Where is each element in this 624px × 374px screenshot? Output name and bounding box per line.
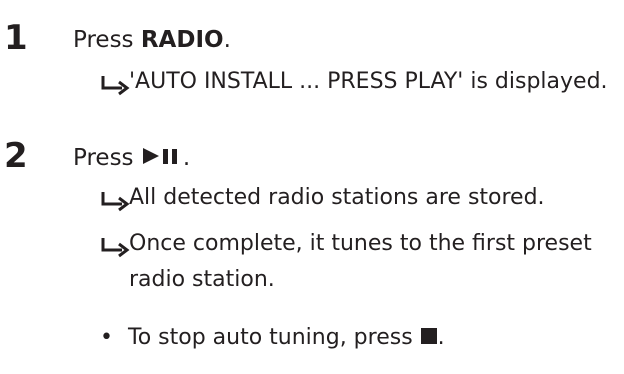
step-result: 'AUTO INSTALL ... PRESS PLAY' is display…: [100, 64, 615, 100]
instruction-suffix: .: [223, 27, 231, 53]
step-result: All detected radio stations are stored.: [100, 180, 615, 216]
note-text: To stop auto tuning, press: [128, 325, 420, 350]
step-instruction: Press .: [73, 143, 190, 173]
stop-icon: [420, 328, 437, 344]
bullet-icon: •: [100, 325, 113, 350]
step-number: 2: [4, 136, 28, 176]
instruction-prefix: Press: [73, 27, 141, 53]
play-pause-icon: [142, 148, 177, 164]
step-result: Once complete, it tunes to the first pre…: [100, 226, 615, 298]
stop-note: • To stop auto tuning, press .: [100, 322, 445, 354]
note-suffix: .: [437, 325, 445, 350]
result-text: 'AUTO INSTALL ... PRESS PLAY' is display…: [129, 69, 608, 94]
radio-button-label: RADIO: [140, 27, 224, 53]
result-arrow-icon: [101, 192, 130, 212]
step-instruction: Press RADIO.: [73, 25, 231, 55]
instruction-suffix: .: [182, 145, 191, 171]
result-text: All detected radio stations are stored.: [129, 185, 545, 210]
result-text: Once complete, it tunes to the first pre…: [129, 231, 592, 292]
step-number: 1: [4, 18, 28, 58]
instruction-page: 1 Press RADIO. 'AUTO INSTALL ... PRESS P…: [0, 0, 624, 374]
result-arrow-icon: [101, 238, 130, 258]
instruction-prefix: Press: [73, 145, 141, 171]
result-arrow-icon: [101, 76, 130, 96]
